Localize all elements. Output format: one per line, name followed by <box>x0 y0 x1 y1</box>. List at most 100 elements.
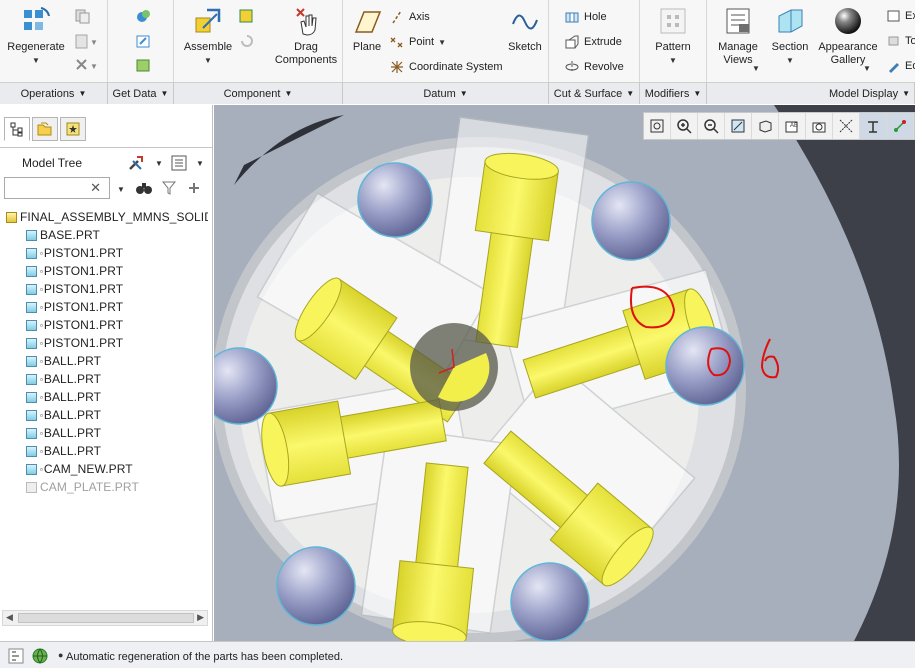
component-group: Assemble ▼ Drag Components <box>174 0 343 82</box>
scroll-right-icon[interactable]: ▶ <box>197 612 204 623</box>
tree-item-part[interactable]: ▫ BALL.PRT <box>6 352 208 370</box>
tree-search-field[interactable]: ✕ <box>4 177 110 199</box>
plane-button[interactable]: Plane <box>347 6 387 54</box>
tab-folder-browser[interactable] <box>32 117 58 141</box>
chevron-down-icon[interactable]: ▼ <box>648 54 698 67</box>
axis-button[interactable]: Axis <box>389 9 430 25</box>
repeat-icon[interactable] <box>238 33 256 49</box>
browser-globe-icon[interactable] <box>31 647 49 665</box>
chevron-down-icon[interactable]: ▼ <box>769 54 811 67</box>
chevron-down-icon[interactable]: ▼ <box>196 159 204 168</box>
datum-group-bar[interactable]: Datum ▼ <box>343 82 549 104</box>
tree-item-part[interactable]: ▫ BALL.PRT <box>6 388 208 406</box>
modifiers-group: Pattern ▼ <box>640 0 707 82</box>
paste-icon[interactable]: ▼ <box>74 33 98 49</box>
point-button[interactable]: Point ▼ <box>389 34 446 50</box>
repaint-button[interactable] <box>725 113 752 139</box>
tree-item-part[interactable]: ▫ CAM_NEW.PRT <box>6 460 208 478</box>
chevron-down-icon[interactable]: ▼ <box>863 64 871 73</box>
cut-surface-group-bar[interactable]: Cut & Surface ▼ <box>549 82 640 104</box>
tree-item-part[interactable]: ▫ BALL.PRT <box>6 442 208 460</box>
copy-icon[interactable] <box>74 8 90 24</box>
tab-model-tree[interactable] <box>4 117 30 141</box>
tree-item-part[interactable]: ▫ BALL.PRT <box>6 406 208 424</box>
refit-button[interactable] <box>644 113 671 139</box>
regenerate-button[interactable]: Regenerate ▼ <box>6 6 66 67</box>
model-tree-panel: Model Tree ▼ ▼ ✕ ▼ FINAL_ASSEMBLY_MMNS_S… <box>0 105 213 641</box>
datum-display-button[interactable] <box>860 113 887 139</box>
display-style-button[interactable]: Ex <box>887 9 915 23</box>
chevron-down-icon[interactable]: ▼ <box>438 38 446 47</box>
appearance-gallery-button[interactable]: Appearance Gallery <box>815 6 881 67</box>
assemble-button[interactable]: Assemble ▼ <box>180 6 236 67</box>
chevron-down-icon[interactable]: ▼ <box>752 64 760 73</box>
chevron-down-icon[interactable]: ▼ <box>117 185 125 194</box>
revolve-icon <box>565 61 579 73</box>
display-edit-button[interactable]: Ed <box>887 59 915 73</box>
tree-item-part[interactable]: ▫ PISTON1.PRT <box>6 316 208 334</box>
graphics-viewport[interactable]: AB <box>214 105 915 641</box>
model-display-group-bar[interactable]: Model Display ▼ <box>707 82 915 104</box>
pattern-icon <box>660 8 686 34</box>
coordinate-system-button[interactable]: Coordinate System <box>389 59 503 75</box>
tree-item-part[interactable]: ▫ BALL.PRT <box>6 370 208 388</box>
manage-views-button[interactable]: Manage Views <box>713 6 763 67</box>
view-manager-button[interactable] <box>806 113 833 139</box>
message-bullet-icon: ● <box>58 650 64 660</box>
tree-item-part[interactable]: ▫ PISTON1.PRT <box>6 262 208 280</box>
display-style-view-button[interactable] <box>752 113 779 139</box>
tree-item-part[interactable]: ▫ PISTON1.PRT <box>6 244 208 262</box>
annotation-display-button[interactable] <box>887 113 914 139</box>
tree-item-part[interactable]: ▫ PISTON1.PRT <box>6 280 208 298</box>
display-tool-button[interactable]: To <box>887 34 915 48</box>
get-data-group-bar[interactable]: Get Data ▼ <box>108 82 174 104</box>
perspective-button[interactable] <box>833 113 860 139</box>
chevron-down-icon[interactable]: ▼ <box>6 54 66 67</box>
tree-settings-tools-icon[interactable] <box>127 154 145 172</box>
merge-icon[interactable] <box>135 8 153 24</box>
tree-item-part[interactable]: ▫ PISTON1.PRT <box>6 298 208 316</box>
tree-columns-icon[interactable] <box>170 154 188 172</box>
show-navigator-icon[interactable] <box>8 648 24 664</box>
tree-item-label: BALL.PRT <box>43 444 102 458</box>
section-button[interactable]: Section ▼ <box>769 6 811 67</box>
saved-orientations-button[interactable]: AB <box>779 113 806 139</box>
component-group-bar[interactable]: Component ▼ <box>174 82 343 104</box>
pattern-button[interactable]: Pattern ▼ <box>648 6 698 67</box>
tree-item-part[interactable]: ▫ BALL.PRT <box>6 424 208 442</box>
chevron-down-icon[interactable]: ▼ <box>180 54 236 67</box>
tree-item-part[interactable]: CAM_PLATE.PRT <box>6 478 208 496</box>
tree-item-part[interactable]: ▫ PISTON1.PRT <box>6 334 208 352</box>
extrude-button[interactable]: Extrude <box>564 34 622 50</box>
svg-text:▼: ▼ <box>90 62 98 71</box>
tree-root-assembly[interactable]: FINAL_ASSEMBLY_MMNS_SOLID <box>6 208 208 226</box>
point-icon <box>390 37 403 48</box>
drag-components-button[interactable]: Drag Components <box>272 6 340 67</box>
scrollbar-thumb[interactable] <box>18 613 194 623</box>
add-plus-icon[interactable] <box>187 181 201 195</box>
tree-item-part[interactable]: BASE.PRT <box>6 226 208 244</box>
plane-label: Plane <box>352 41 382 53</box>
manage-views-label: Manage Views <box>718 41 758 66</box>
revolve-button[interactable]: Revolve <box>564 59 624 75</box>
zoom-out-button[interactable] <box>698 113 725 139</box>
chevron-down-icon[interactable]: ▼ <box>155 159 163 168</box>
zoom-in-button[interactable] <box>671 113 698 139</box>
sketch-button[interactable]: Sketch <box>505 6 545 54</box>
shrinkwrap-icon[interactable] <box>135 57 153 73</box>
scroll-left-icon[interactable]: ◀ <box>6 612 13 623</box>
part-icon <box>26 445 37 457</box>
assemble-icon <box>195 8 221 33</box>
hole-button[interactable]: Hole <box>564 9 607 25</box>
clear-icon[interactable]: ✕ <box>90 180 101 196</box>
operations-group-bar[interactable]: Operations ▼ <box>0 82 108 104</box>
modifiers-group-bar[interactable]: Modifiers ▼ <box>640 82 707 104</box>
filter-icon[interactable] <box>161 180 177 196</box>
tree-horizontal-scrollbar[interactable]: ◀ ▶ <box>2 610 208 626</box>
binoculars-icon[interactable] <box>135 180 153 196</box>
create-component-icon[interactable] <box>238 8 256 24</box>
tab-favorites[interactable] <box>60 117 86 141</box>
assembly-3d-view[interactable] <box>214 105 915 641</box>
copy-geometry-icon[interactable] <box>135 33 153 49</box>
delete-icon[interactable]: ▼ <box>74 57 98 73</box>
